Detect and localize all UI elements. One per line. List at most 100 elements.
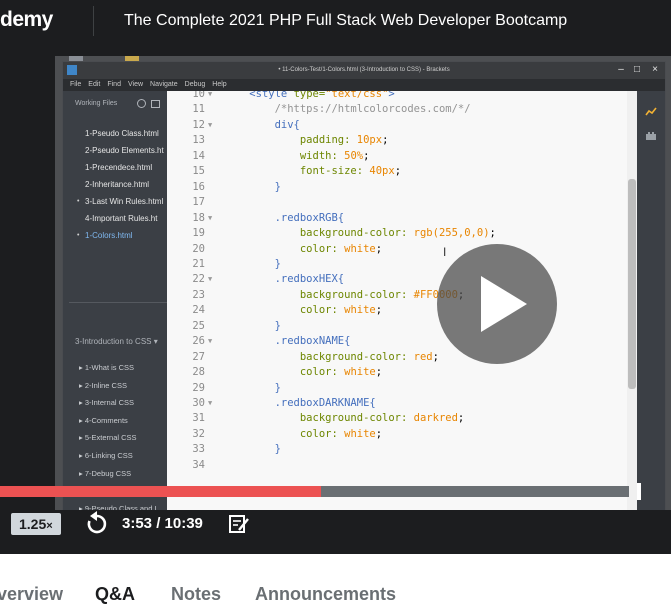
code-text: } <box>274 257 281 270</box>
progress-bar[interactable] <box>0 483 671 500</box>
code-line: 12 ▼ div{ <box>167 118 637 134</box>
code-line: 33 } <box>167 442 637 458</box>
editor-window-title: • 11-Colors-Test/1-Colors.html (3-Introd… <box>278 67 450 73</box>
extension-manager-icon <box>646 132 656 140</box>
working-files-label: Working Files <box>75 100 118 107</box>
working-file-item: 2-Inheritance.html <box>85 180 150 189</box>
project-folder-item: ▸ 3-Internal CSS <box>79 398 135 408</box>
code-text: background-color: #FF0000; <box>299 288 464 301</box>
code-text: <style type="text/css"> <box>249 91 395 100</box>
line-number: 11 <box>192 103 205 116</box>
code-line: 18 ▼ .redboxRGB{ <box>167 211 637 227</box>
project-folder-item: ▸ 7-Debug CSS <box>79 468 132 478</box>
code-line: 26 ▼ .redboxNAME{ <box>167 334 637 350</box>
progress-end-marker <box>637 483 641 500</box>
rewind-icon[interactable] <box>86 510 108 536</box>
code-line: 21 } <box>167 257 637 273</box>
code-line: 30 ▼ .redboxDARKNAME{ <box>167 396 637 412</box>
fold-arrow-icon: ▼ <box>208 275 213 284</box>
fold-arrow-icon: ▼ <box>208 213 213 222</box>
code-text: /*https://htmlcolorcodes.com/*/ <box>274 103 471 116</box>
editor-toolbar-right <box>637 91 665 512</box>
code-line: 25 } <box>167 319 637 335</box>
video-player[interactable]: • 11-Colors-Test/1-Colors.html (3-Introd… <box>0 44 671 554</box>
code-line: 10 ▼ <style type="text/css"> <box>167 91 637 103</box>
brackets-app-icon <box>67 65 77 75</box>
text-cursor-icon: I <box>443 245 447 259</box>
code-text: .redboxHEX{ <box>274 273 345 286</box>
working-file-item: 1-Colors.html <box>85 231 133 240</box>
code-line: 31 background-color: darkred; <box>167 411 637 427</box>
player-controls: 1.25× 3:53 / 10:39 <box>0 510 671 554</box>
code-text: } <box>274 180 281 193</box>
unsaved-dot-icon: • <box>77 232 80 239</box>
tab-announcements[interactable]: Announcements <box>255 584 396 605</box>
code-scrollbar <box>627 91 637 512</box>
playback-speed-button[interactable]: 1.25× <box>11 513 61 535</box>
close-icon: × <box>652 64 658 75</box>
line-number: 28 <box>192 366 205 379</box>
progress-fill <box>0 486 322 497</box>
tab-qa[interactable]: Q&A <box>95 584 135 605</box>
code-text: } <box>274 381 281 394</box>
code-line: 29 } <box>167 381 637 397</box>
code-line: 16 } <box>167 180 637 196</box>
project-folder-item: ▸ 1-What is CSS <box>79 363 135 372</box>
working-file-item: 3-Last Win Rules.html <box>85 197 164 206</box>
minimize-icon: – <box>618 64 624 75</box>
udemy-logo[interactable]: demy <box>0 8 53 32</box>
code-editor: 10 ▼ <style type="text/css"> 11 /*https://… <box>167 91 637 512</box>
code-line: 27 background-color: red; <box>167 350 637 366</box>
play-icon <box>481 276 527 332</box>
code-text: .redboxDARKNAME{ <box>274 397 376 409</box>
code-line: 28 color: white; <box>167 365 637 381</box>
code-line: 34 <box>167 458 637 474</box>
maximize-icon: □ <box>633 64 641 75</box>
code-text: font-size: 40px; <box>299 165 402 178</box>
line-number: 29 <box>192 381 205 394</box>
project-folder-item: ▸ 2-Inline CSS <box>79 380 127 390</box>
speed-suffix: × <box>46 520 53 532</box>
tab-notes[interactable]: Notes <box>171 584 221 605</box>
editor-menu-bar: File Edit Find View Navigate Debug Help <box>63 79 665 91</box>
unsaved-dot-icon: • <box>77 198 80 205</box>
code-text: .redboxRGB{ <box>274 211 345 224</box>
line-number: 18 <box>192 211 205 224</box>
code-line: 20 color: white; <box>167 242 637 258</box>
code-text: width: 50%; <box>299 149 370 162</box>
add-note-icon[interactable] <box>228 513 250 535</box>
line-number: 20 <box>192 242 205 255</box>
code-line: 15 font-size: 40px; <box>167 164 637 180</box>
project-folder-item: ▸ 5-External CSS <box>79 433 137 443</box>
menu-item-help: Help <box>212 81 227 88</box>
line-number: 24 <box>192 304 205 317</box>
header-divider <box>93 6 94 36</box>
code-text: color: white; <box>299 366 383 379</box>
code-text: } <box>274 319 281 332</box>
code-line: 11 /*https://htmlcolorcodes.com/*/ <box>167 102 637 118</box>
code-line: 17 <box>167 195 637 211</box>
live-preview-icon <box>645 107 657 116</box>
code-scrollbar-thumb <box>628 179 636 389</box>
course-tabs: verview Q&A Notes Announcements <box>0 554 671 605</box>
code-text: background-color: red; <box>299 350 439 363</box>
play-button[interactable] <box>437 244 557 364</box>
working-file-item: 4-Important Rules.ht <box>85 214 158 223</box>
fold-arrow-icon: ▼ <box>208 337 213 346</box>
code-text: background-color: darkred; <box>299 412 465 425</box>
code-line: 14 width: 50%; <box>167 149 637 165</box>
line-number: 34 <box>192 458 205 471</box>
top-bar: demy The Complete 2021 PHP Full Stack We… <box>0 0 671 44</box>
code-text: color: white; <box>299 427 383 440</box>
code-line: 13 padding: 10px; <box>167 133 637 149</box>
code-line: 19 background-color: rgb(255,0,0); <box>167 226 637 242</box>
code-text: color: white; <box>299 304 383 317</box>
line-number: 15 <box>192 165 205 178</box>
brackets-editor-window: • 11-Colors-Test/1-Colors.html (3-Introd… <box>62 61 666 513</box>
code-line: 24 color: white; <box>167 303 637 319</box>
fold-arrow-icon: ▼ <box>208 91 213 98</box>
course-title[interactable]: The Complete 2021 PHP Full Stack Web Dev… <box>124 12 567 30</box>
tab-overview[interactable]: verview <box>0 584 63 605</box>
code-text: .redboxNAME{ <box>274 335 351 348</box>
sidebar-divider <box>69 302 167 303</box>
